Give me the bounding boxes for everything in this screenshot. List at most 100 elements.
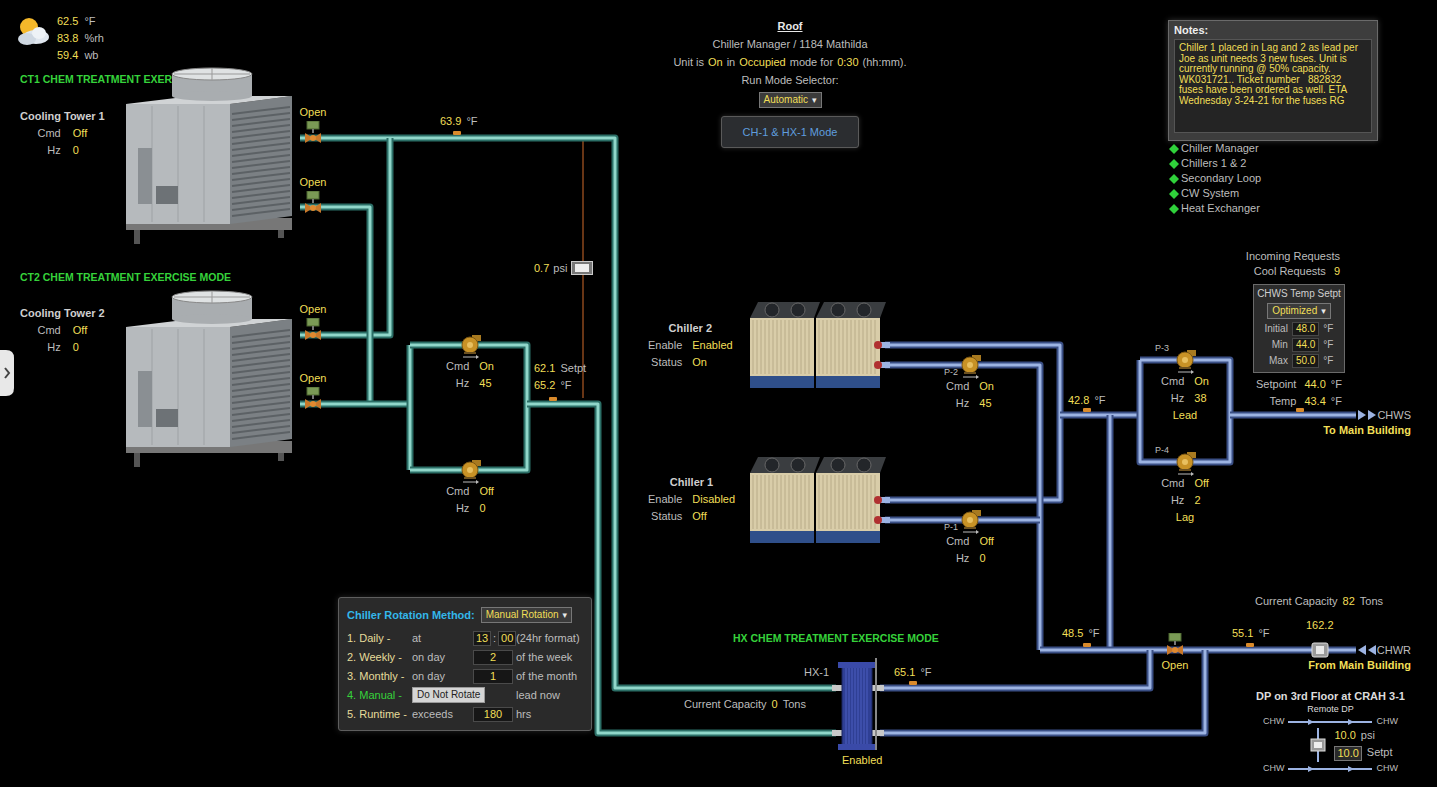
value: Off bbox=[73, 324, 87, 336]
condenser-pipe bbox=[410, 345, 411, 470]
pump-icon[interactable] bbox=[1170, 350, 1200, 374]
unit: °F bbox=[1323, 355, 1333, 367]
pump-icon[interactable] bbox=[455, 335, 485, 359]
value-field[interactable]: 44.0 bbox=[1292, 338, 1319, 352]
setpoint-mode-dropdown[interactable]: Optimized▾ bbox=[1267, 303, 1331, 319]
chiller-plant-screen: 62.5°F83.8%rh59.4wbCT1 CHEM TREATMENT EX… bbox=[0, 0, 1437, 787]
stat-label: Hz bbox=[1171, 494, 1184, 507]
link-label[interactable]: Heat Exchanger bbox=[1181, 202, 1260, 215]
valve-icon[interactable] bbox=[301, 387, 325, 411]
unit: %rh bbox=[84, 32, 104, 45]
rotation-field[interactable]: 1 bbox=[473, 669, 513, 684]
run-mode-label: Run Mode Selector: bbox=[741, 74, 838, 87]
pump-icon[interactable] bbox=[955, 355, 985, 379]
option-label[interactable]: 1. Daily - bbox=[347, 632, 409, 645]
secondary-pump: P-3CmdOnHz38Lead bbox=[1145, 350, 1225, 422]
rotate-button[interactable]: Do Not Rotate bbox=[412, 687, 485, 703]
label: exceeds bbox=[412, 708, 470, 721]
value: 55.1 bbox=[1232, 627, 1253, 640]
primary-pump: P-2CmdOnHz45 bbox=[930, 355, 1010, 410]
stat-value: Off bbox=[73, 324, 87, 337]
pump-icon[interactable] bbox=[455, 460, 485, 484]
unit: Setpt bbox=[560, 362, 586, 375]
remote-dp-reading: 10.0psi bbox=[1334, 729, 1392, 742]
value: 45 bbox=[479, 377, 491, 389]
value: Off bbox=[1194, 477, 1208, 489]
nav-link[interactable]: Heat Exchanger bbox=[1169, 202, 1261, 215]
status: Enabled bbox=[842, 754, 882, 767]
supply-arrow-icon bbox=[1358, 410, 1376, 420]
value: 65.1 bbox=[894, 666, 915, 679]
nav-link[interactable]: Secondary Loop bbox=[1169, 172, 1261, 185]
valve-icon[interactable] bbox=[301, 191, 325, 215]
valve-state: Open bbox=[1162, 659, 1189, 672]
stat-value: 2 bbox=[1194, 494, 1200, 507]
secondary-pump: P-4CmdOffHz2Lag bbox=[1145, 452, 1225, 524]
value-field[interactable]: 48.0 bbox=[1292, 322, 1319, 336]
stat-grid: CmdOnHz45 bbox=[946, 380, 994, 410]
stat-value: Off bbox=[73, 127, 87, 140]
label: Max bbox=[1269, 355, 1288, 367]
valve-icon[interactable] bbox=[1163, 633, 1187, 657]
rotation-method-dropdown[interactable]: Manual Rotation▾ bbox=[481, 607, 572, 623]
rotation-field[interactable]: 180 bbox=[473, 707, 513, 722]
value: 42.8 bbox=[1068, 394, 1089, 407]
stat-value: Disabled bbox=[692, 493, 735, 506]
value: Occupied bbox=[739, 56, 785, 69]
option-label[interactable]: 5. Runtime - bbox=[347, 708, 409, 721]
temp-sensor-icon bbox=[1083, 643, 1091, 647]
value: 0:30 bbox=[837, 56, 858, 69]
tower-valve: Open bbox=[298, 303, 328, 342]
mode-button[interactable]: CH-1 & HX-1 Mode bbox=[721, 116, 859, 148]
cooling-tower-icon bbox=[112, 291, 302, 469]
value: 48.5 bbox=[1062, 627, 1083, 640]
label: on day bbox=[412, 670, 470, 683]
rotation-option: 5. Runtime -exceeds180hrs bbox=[347, 706, 587, 722]
nav-link[interactable]: Chillers 1 & 2 bbox=[1169, 157, 1261, 170]
valve-icon[interactable] bbox=[301, 121, 325, 145]
setpoint-field[interactable]: 10.0 bbox=[1334, 746, 1361, 761]
value-field[interactable]: 50.0 bbox=[1292, 354, 1319, 368]
link-label[interactable]: Chillers 1 & 2 bbox=[1181, 157, 1246, 170]
unit: °F bbox=[1331, 395, 1342, 407]
widget-title: DP on 3rd Floor at CRAH 3-1 bbox=[1256, 690, 1405, 703]
option-label[interactable]: 3. Monthly - bbox=[347, 670, 409, 683]
stat-value: Off bbox=[692, 510, 706, 523]
destination: To Main Building bbox=[1323, 424, 1411, 437]
pump-icon[interactable] bbox=[1170, 452, 1200, 476]
chwr-flow: 162.2 bbox=[1306, 619, 1334, 632]
stat-value: Enabled bbox=[692, 339, 732, 352]
label: Tons bbox=[783, 698, 806, 711]
stat-label: Cmd bbox=[946, 380, 969, 393]
nav-link[interactable]: Chiller Manager bbox=[1169, 142, 1261, 155]
notes-text[interactable]: Chiller 1 placed in Lag and 2 as lead pe… bbox=[1174, 39, 1372, 133]
stat-grid: CmdOffHz0 bbox=[446, 485, 494, 515]
run-mode-dropdown[interactable]: Automatic▾ bbox=[759, 92, 822, 108]
chws-readings: Setpoint44.0°FTemp43.4°F bbox=[1256, 378, 1342, 408]
tower-valve: Open bbox=[298, 372, 328, 411]
link-label[interactable]: Chiller Manager bbox=[1181, 142, 1259, 155]
pump-icon[interactable] bbox=[955, 510, 985, 534]
valve-icon[interactable] bbox=[301, 318, 325, 342]
stat-value: 0 bbox=[73, 144, 79, 157]
rotation-field[interactable]: 2 bbox=[473, 650, 513, 665]
setpoint-grid: Initial48.0°FMin44.0°FMax50.0°F bbox=[1265, 322, 1334, 368]
chiller-rotation-panel: Chiller Rotation Method:Manual Rotation▾… bbox=[338, 597, 592, 731]
rotation-option: 3. Monthly -on day1of the month bbox=[347, 668, 587, 684]
value: 44.0 bbox=[1304, 378, 1325, 390]
option-label[interactable]: 2. Weekly - bbox=[347, 651, 409, 664]
rotation-field[interactable]: 00 bbox=[498, 631, 516, 646]
label: Cool Requests bbox=[1254, 265, 1326, 278]
nav-link[interactable]: CW System bbox=[1169, 187, 1261, 200]
option-label[interactable]: 4. Manual - bbox=[347, 689, 409, 702]
rotation-header: Chiller Rotation Method:Manual Rotation▾ bbox=[347, 606, 587, 624]
sidebar-toggle-icon[interactable] bbox=[0, 350, 14, 396]
value: 0 bbox=[772, 698, 778, 711]
label: (24hr format) bbox=[516, 632, 587, 645]
rotation-field[interactable]: 13 bbox=[473, 631, 491, 646]
link-label[interactable]: Secondary Loop bbox=[1181, 172, 1261, 185]
stat-label: Hz bbox=[456, 502, 469, 515]
value: 45 bbox=[979, 397, 991, 409]
cooling-tower-info: Cooling Tower 2CmdOffHz0 bbox=[20, 307, 105, 354]
link-label[interactable]: CW System bbox=[1181, 187, 1239, 200]
